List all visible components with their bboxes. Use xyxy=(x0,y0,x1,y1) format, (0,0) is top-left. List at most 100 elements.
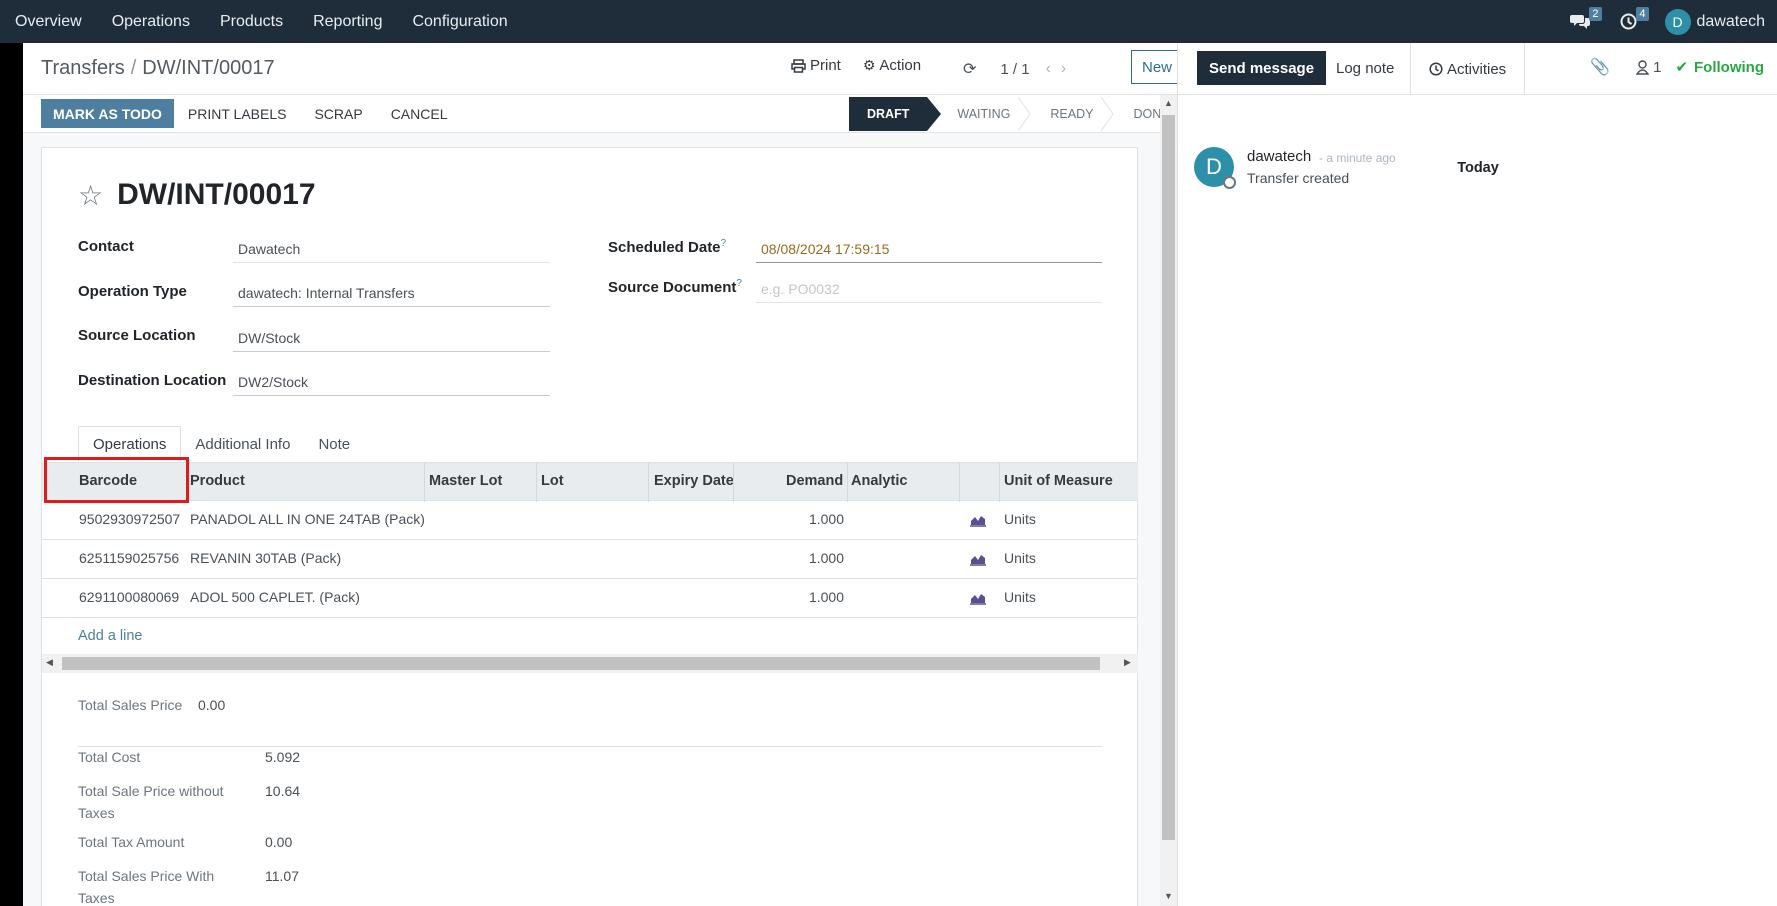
main-menu: Overview Operations Products Reporting C… xyxy=(0,0,523,43)
stage-waiting-label: WAITING xyxy=(957,107,1011,121)
analytic-chart-icon[interactable] xyxy=(970,552,986,566)
activities-button[interactable]: Activities xyxy=(1410,43,1526,95)
followers-button[interactable]: 1 xyxy=(1636,59,1661,76)
breadcrumb-separator: / xyxy=(130,57,137,79)
column-analytic[interactable]: Analytic xyxy=(851,473,907,489)
printer-icon xyxy=(791,58,806,73)
scrollbar-thumb[interactable] xyxy=(62,657,1100,670)
column-expiry-date[interactable]: Expiry Date xyxy=(654,473,734,489)
table-row[interactable]: 9502930972507 PANADOL ALL IN ONE 24TAB (… xyxy=(42,501,1138,540)
print-labels-button[interactable]: PRINT LABELS xyxy=(174,99,301,128)
add-line-link[interactable]: Add a line xyxy=(78,628,143,644)
breadcrumb-current: DW/INT/00017 xyxy=(142,57,275,79)
user-icon xyxy=(1636,59,1650,75)
column-unit-of-measure[interactable]: Unit of Measure xyxy=(1004,473,1113,489)
menu-operations[interactable]: Operations xyxy=(97,0,205,43)
clock-icon xyxy=(1620,13,1636,30)
activities-label: Activities xyxy=(1447,60,1507,78)
scrap-button[interactable]: SCRAP xyxy=(300,99,376,128)
user-menu[interactable]: D dawatech xyxy=(1664,8,1765,35)
uom-cell: Units xyxy=(1004,511,1036,527)
log-note-button[interactable]: Log note xyxy=(1324,51,1406,85)
barcode-cell: 9502930972507 xyxy=(79,511,181,527)
demand-cell: 1.000 xyxy=(808,511,844,527)
scroll-up-icon[interactable]: ▲ xyxy=(1164,98,1173,108)
breadcrumb-transfers[interactable]: Transfers xyxy=(41,57,125,79)
tab-additional-info[interactable]: Additional Info xyxy=(181,426,304,462)
column-master-lot[interactable]: Master Lot xyxy=(429,473,502,489)
operation-type-label: Operation Type xyxy=(78,283,187,300)
column-divider xyxy=(999,463,1000,502)
messages-badge: 2 xyxy=(1589,7,1602,21)
paperclip-icon[interactable]: 📎 xyxy=(1590,57,1610,77)
analytic-chart-icon[interactable] xyxy=(970,591,986,605)
pager-next-icon[interactable]: › xyxy=(1061,60,1066,78)
stage-pipeline: DRAFT WAITING READY DONE xyxy=(849,97,1188,131)
new-button[interactable]: New xyxy=(1131,50,1183,84)
transfer-reference: DW/INT/00017 xyxy=(117,178,316,211)
product-cell: ADOL 500 CAPLET. (Pack) xyxy=(190,589,360,605)
column-product[interactable]: Product xyxy=(190,473,245,489)
table-row[interactable]: 6251159025756 REVANIN 30TAB (Pack) 1.000… xyxy=(42,540,1138,579)
stage-ready-label: READY xyxy=(1050,107,1094,121)
scroll-left-icon[interactable]: ◀ xyxy=(46,657,53,668)
menu-products[interactable]: Products xyxy=(205,0,298,43)
message-author[interactable]: dawatech xyxy=(1247,148,1311,165)
star-icon[interactable]: ☆ xyxy=(78,179,103,212)
tab-note[interactable]: Note xyxy=(304,426,364,462)
analytic-chart-icon[interactable] xyxy=(970,513,986,527)
activities-button[interactable]: 4 xyxy=(1620,7,1649,30)
table-horizontal-scrollbar[interactable]: ◀ ▶ xyxy=(42,654,1138,673)
mark-as-todo-button[interactable]: MARK AS TODO xyxy=(41,99,174,128)
stage-ready: READY xyxy=(1028,97,1115,131)
product-cell: REVANIN 30TAB (Pack) xyxy=(190,550,342,566)
clock-icon xyxy=(1429,62,1443,76)
messages-button[interactable]: 2 xyxy=(1569,7,1602,30)
refresh-icon[interactable]: ⟳ xyxy=(963,59,976,79)
uom-cell: Units xyxy=(1004,550,1036,566)
message-author-avatar[interactable]: D xyxy=(1194,147,1236,189)
cancel-button[interactable]: CANCEL xyxy=(377,99,462,128)
total-tax-amount-value: 0.00 xyxy=(265,834,293,850)
column-divider xyxy=(733,463,734,502)
demand-cell: 1.000 xyxy=(808,589,844,605)
action-button[interactable]: ⚙ Action xyxy=(863,57,921,74)
table-header: Barcode Product Master Lot Lot Expiry Da… xyxy=(42,462,1138,502)
pager-value[interactable]: 1 / 1 xyxy=(1000,61,1029,78)
source-document-field[interactable]: e.g. PO0032 xyxy=(756,281,1102,303)
menu-configuration[interactable]: Configuration xyxy=(397,0,522,43)
help-icon[interactable]: ? xyxy=(721,238,727,249)
total-sales-price-with-taxes-label: Total Sales Price With Taxes xyxy=(78,868,215,906)
scroll-down-icon[interactable]: ▼ xyxy=(1164,891,1173,901)
scheduled-date-label-text: Scheduled Date xyxy=(608,239,721,256)
menu-overview[interactable]: Overview xyxy=(0,0,97,43)
form-vertical-scrollbar[interactable]: ▲ ▼ xyxy=(1160,95,1177,906)
scrollbar-thumb[interactable] xyxy=(1162,115,1175,840)
scroll-right-icon[interactable]: ▶ xyxy=(1124,657,1131,668)
menu-reporting[interactable]: Reporting xyxy=(298,0,397,43)
column-divider xyxy=(847,463,848,502)
total-sales-price-value: 0.00 xyxy=(198,697,226,713)
column-lot[interactable]: Lot xyxy=(541,473,564,489)
following-button[interactable]: ✔ Following xyxy=(1675,58,1764,77)
message-time: - a minute ago xyxy=(1319,151,1396,165)
chatter-panel: Send message Log note Activities 📎 1 ✔ F… xyxy=(1177,43,1777,906)
total-sales-price-label: Total Sales Price xyxy=(78,697,183,713)
breadcrumb: Transfers / DW/INT/00017 xyxy=(41,57,275,80)
table-row[interactable]: 6291100080069 ADOL 500 CAPLET. (Pack) 1.… xyxy=(42,579,1138,618)
operation-type-field[interactable]: dawatech: Internal Transfers xyxy=(233,285,550,307)
demand-cell: 1.000 xyxy=(808,550,844,566)
column-divider xyxy=(648,463,649,502)
total-cost-value: 5.092 xyxy=(265,749,301,765)
send-message-button[interactable]: Send message xyxy=(1197,51,1327,85)
pager-previous-icon[interactable]: ‹ xyxy=(1046,60,1051,78)
destination-location-field[interactable]: DW2/Stock xyxy=(233,374,550,396)
print-button[interactable]: Print xyxy=(791,57,841,74)
contact-field[interactable]: Dawatech xyxy=(233,241,550,263)
source-location-field[interactable]: DW/Stock xyxy=(233,330,550,352)
scheduled-date-field[interactable]: 08/08/2024 17:59:15 xyxy=(756,241,1102,263)
uom-cell: Units xyxy=(1004,589,1036,605)
activities-badge: 4 xyxy=(1636,7,1649,21)
column-demand[interactable]: Demand xyxy=(786,473,843,489)
help-icon[interactable]: ? xyxy=(736,278,742,289)
